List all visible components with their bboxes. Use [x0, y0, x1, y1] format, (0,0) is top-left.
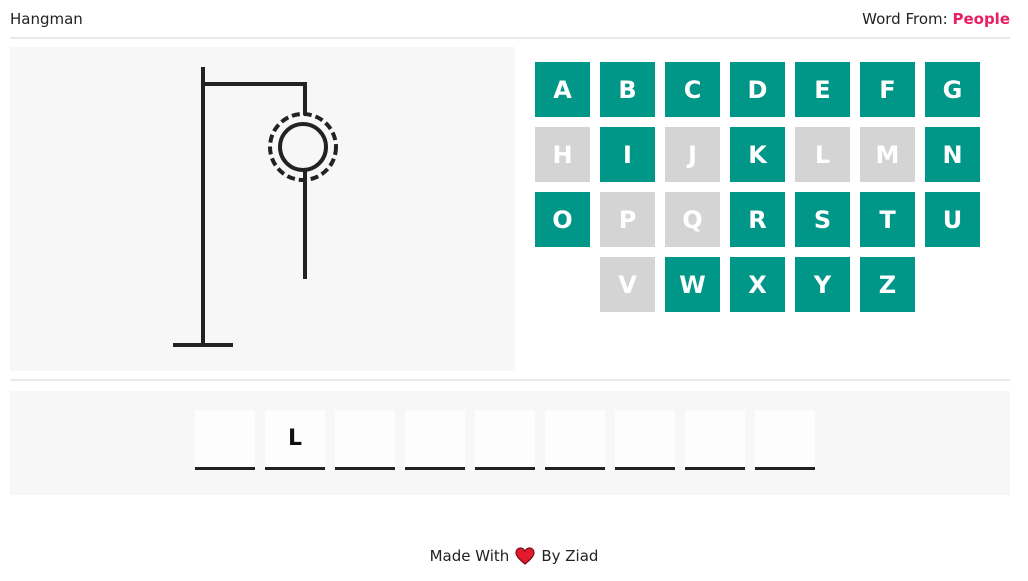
letter-button-g[interactable]: G: [925, 62, 980, 117]
word-category: Word From: People: [862, 10, 1010, 28]
word-letter-slot: [755, 410, 815, 470]
letter-button-y[interactable]: Y: [795, 257, 850, 312]
letter-button-t[interactable]: T: [860, 192, 915, 247]
game-title: Hangman: [10, 9, 83, 28]
letter-button-r[interactable]: R: [730, 192, 785, 247]
letter-button-b[interactable]: B: [600, 62, 655, 117]
letter-button-a[interactable]: A: [535, 62, 590, 117]
word-letter-slot: [195, 410, 255, 470]
letter-button-q: Q: [665, 192, 720, 247]
header-bar: Hangman Word From: People: [10, 0, 1010, 39]
footer-made-with: Made With: [429, 547, 510, 565]
letter-button-o[interactable]: O: [535, 192, 590, 247]
word-letter-slot: [335, 410, 395, 470]
word-letter-slot: [405, 410, 465, 470]
letter-button-k[interactable]: K: [730, 127, 785, 182]
heart-icon: [515, 547, 535, 565]
letter-button-x[interactable]: X: [730, 257, 785, 312]
footer: Made With By Ziad: [0, 544, 1028, 568]
letter-button-h: H: [535, 127, 590, 182]
letter-button-f[interactable]: F: [860, 62, 915, 117]
category-label: Word From:: [862, 9, 948, 28]
letter-button-p: P: [600, 192, 655, 247]
letter-button-l: L: [795, 127, 850, 182]
footer-author: By Ziad: [541, 547, 599, 565]
category-value: People: [952, 9, 1010, 28]
hangman-drawing: [173, 67, 338, 347]
word-letter-slot: [475, 410, 535, 470]
letter-button-e[interactable]: E: [795, 62, 850, 117]
hangman-drawing-panel: [10, 47, 515, 371]
letter-button-u[interactable]: U: [925, 192, 980, 247]
letter-button-m: M: [860, 127, 915, 182]
letter-button-c[interactable]: C: [665, 62, 720, 117]
letter-button-i[interactable]: I: [600, 127, 655, 182]
word-panel: L: [10, 391, 1010, 495]
word-letter-slot: [685, 410, 745, 470]
letter-button-s[interactable]: S: [795, 192, 850, 247]
word-letter-slot: L: [265, 410, 325, 470]
hangman-head: [278, 122, 328, 172]
letter-button-j: J: [665, 127, 720, 182]
divider: [10, 379, 1010, 381]
word-letter-slot: [615, 410, 675, 470]
letter-button-n[interactable]: N: [925, 127, 980, 182]
letter-button-z[interactable]: Z: [860, 257, 915, 312]
letter-button-d[interactable]: D: [730, 62, 785, 117]
word-letter-slot: [545, 410, 605, 470]
letter-button-w[interactable]: W: [665, 257, 720, 312]
letter-button-v: V: [600, 257, 655, 312]
